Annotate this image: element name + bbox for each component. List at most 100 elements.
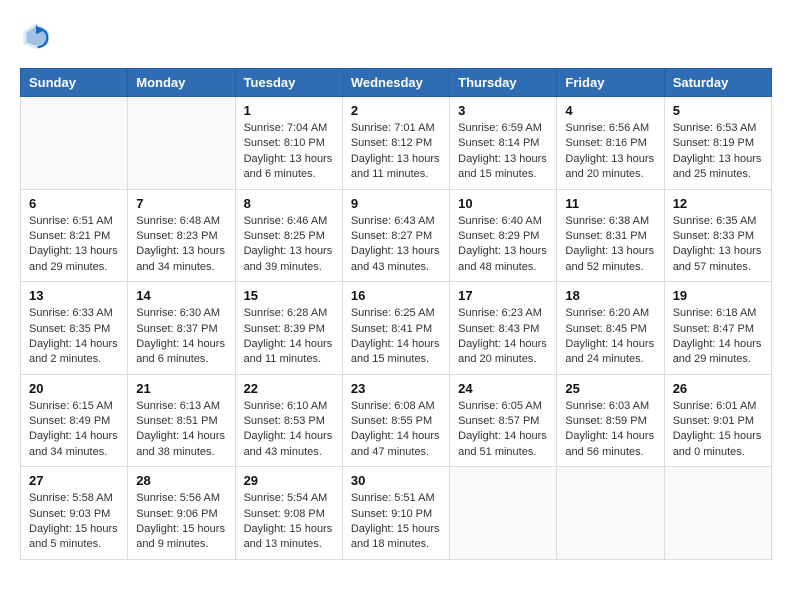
day-number: 24 — [458, 381, 548, 396]
day-number: 26 — [673, 381, 763, 396]
day-number: 1 — [244, 103, 334, 118]
calendar-week-3: 13 Sunrise: 6:33 AM Sunset: 8:35 PM Dayli… — [21, 282, 772, 375]
day-number: 6 — [29, 196, 119, 211]
day-number: 19 — [673, 288, 763, 303]
day-info: Sunrise: 6:40 AM Sunset: 8:29 PM Dayligh… — [458, 214, 548, 276]
calendar-cell: 21 Sunrise: 6:13 AM Sunset: 8:51 PM Dayli… — [128, 374, 235, 467]
day-number: 23 — [351, 381, 441, 396]
day-number: 9 — [351, 196, 441, 211]
calendar-cell: 6 Sunrise: 6:51 AM Sunset: 8:21 PM Daylig… — [21, 189, 128, 282]
day-number: 21 — [136, 381, 226, 396]
calendar-cell: 30 Sunrise: 5:51 AM Sunset: 9:10 PM Dayli… — [342, 467, 449, 560]
day-number: 18 — [565, 288, 655, 303]
calendar-cell: 3 Sunrise: 6:59 AM Sunset: 8:14 PM Daylig… — [450, 97, 557, 190]
day-info: Sunrise: 6:10 AM Sunset: 8:53 PM Dayligh… — [244, 399, 334, 461]
day-info: Sunrise: 6:15 AM Sunset: 8:49 PM Dayligh… — [29, 399, 119, 461]
page-header — [20, 20, 772, 52]
calendar-cell — [21, 97, 128, 190]
day-number: 4 — [565, 103, 655, 118]
calendar-cell: 26 Sunrise: 6:01 AM Sunset: 9:01 PM Dayli… — [664, 374, 771, 467]
logo — [20, 20, 56, 52]
calendar-cell: 24Sunrise: 6:05 AM Sunset: 8:57 PM Dayli… — [450, 374, 557, 467]
day-info: Sunrise: 6:18 AM Sunset: 8:47 PM Dayligh… — [673, 306, 763, 368]
day-number: 29 — [244, 473, 334, 488]
day-info: Sunrise: 5:56 AM Sunset: 9:06 PM Dayligh… — [136, 491, 226, 553]
day-info: Sunrise: 7:01 AM Sunset: 8:12 PM Dayligh… — [351, 121, 441, 183]
calendar-cell: 27 Sunrise: 5:58 AM Sunset: 9:03 PM Dayli… — [21, 467, 128, 560]
calendar-cell — [664, 467, 771, 560]
day-info: Sunrise: 6:28 AM Sunset: 8:39 PM Dayligh… — [244, 306, 334, 368]
calendar-cell — [450, 467, 557, 560]
weekday-header-friday: Friday — [557, 69, 664, 97]
calendar-cell: 23 Sunrise: 6:08 AM Sunset: 8:55 PM Dayli… — [342, 374, 449, 467]
day-number: 8 — [244, 196, 334, 211]
weekday-header-saturday: Saturday — [664, 69, 771, 97]
day-info: Sunrise: 6:56 AM Sunset: 8:16 PM Dayligh… — [565, 121, 655, 183]
calendar-cell — [557, 467, 664, 560]
day-info: Sunrise: 6:01 AM Sunset: 9:01 PM Dayligh… — [673, 399, 763, 461]
calendar-cell: 18 Sunrise: 6:20 AM Sunset: 8:45 PM Dayli… — [557, 282, 664, 375]
calendar-cell: 13 Sunrise: 6:33 AM Sunset: 8:35 PM Dayli… — [21, 282, 128, 375]
calendar-cell: 4 Sunrise: 6:56 AM Sunset: 8:16 PM Daylig… — [557, 97, 664, 190]
day-info: Sunrise: 6:35 AM Sunset: 8:33 PM Dayligh… — [673, 214, 763, 276]
day-number: 7 — [136, 196, 226, 211]
day-info: Sunrise: 6:48 AM Sunset: 8:23 PM Dayligh… — [136, 214, 226, 276]
calendar-cell: 29Sunrise: 5:54 AM Sunset: 9:08 PM Dayli… — [235, 467, 342, 560]
weekday-header-row: SundayMondayTuesdayWednesdayThursdayFrid… — [21, 69, 772, 97]
calendar-cell: 15 Sunrise: 6:28 AM Sunset: 8:39 PM Dayli… — [235, 282, 342, 375]
calendar-cell: 1 Sunrise: 7:04 AM Sunset: 8:10 PM Daylig… — [235, 97, 342, 190]
calendar-cell: 16Sunrise: 6:25 AM Sunset: 8:41 PM Dayli… — [342, 282, 449, 375]
day-info: Sunrise: 6:59 AM Sunset: 8:14 PM Dayligh… — [458, 121, 548, 183]
calendar-cell: 9 Sunrise: 6:43 AM Sunset: 8:27 PM Daylig… — [342, 189, 449, 282]
day-info: Sunrise: 6:51 AM Sunset: 8:21 PM Dayligh… — [29, 214, 119, 276]
weekday-header-tuesday: Tuesday — [235, 69, 342, 97]
day-number: 27 — [29, 473, 119, 488]
calendar-cell: 22 Sunrise: 6:10 AM Sunset: 8:53 PM Dayli… — [235, 374, 342, 467]
day-number: 13 — [29, 288, 119, 303]
day-info: Sunrise: 5:51 AM Sunset: 9:10 PM Dayligh… — [351, 491, 441, 553]
day-info: Sunrise: 6:23 AM Sunset: 8:43 PM Dayligh… — [458, 306, 548, 368]
calendar-cell: 12 Sunrise: 6:35 AM Sunset: 8:33 PM Dayli… — [664, 189, 771, 282]
day-number: 25 — [565, 381, 655, 396]
day-info: Sunrise: 6:43 AM Sunset: 8:27 PM Dayligh… — [351, 214, 441, 276]
day-info: Sunrise: 6:46 AM Sunset: 8:25 PM Dayligh… — [244, 214, 334, 276]
day-number: 10 — [458, 196, 548, 211]
logo-icon — [20, 20, 52, 52]
calendar-cell: 28 Sunrise: 5:56 AM Sunset: 9:06 PM Dayli… — [128, 467, 235, 560]
day-info: Sunrise: 6:30 AM Sunset: 8:37 PM Dayligh… — [136, 306, 226, 368]
day-info: Sunrise: 6:25 AM Sunset: 8:41 PM Dayligh… — [351, 306, 441, 368]
day-number: 12 — [673, 196, 763, 211]
calendar-cell: 20 Sunrise: 6:15 AM Sunset: 8:49 PM Dayli… — [21, 374, 128, 467]
calendar-week-2: 6 Sunrise: 6:51 AM Sunset: 8:21 PM Daylig… — [21, 189, 772, 282]
weekday-header-wednesday: Wednesday — [342, 69, 449, 97]
calendar-week-4: 20 Sunrise: 6:15 AM Sunset: 8:49 PM Dayli… — [21, 374, 772, 467]
day-number: 17 — [458, 288, 548, 303]
day-info: Sunrise: 6:08 AM Sunset: 8:55 PM Dayligh… — [351, 399, 441, 461]
day-number: 5 — [673, 103, 763, 118]
day-number: 2 — [351, 103, 441, 118]
day-info: Sunrise: 6:13 AM Sunset: 8:51 PM Dayligh… — [136, 399, 226, 461]
day-number: 20 — [29, 381, 119, 396]
calendar-cell: 14 Sunrise: 6:30 AM Sunset: 8:37 PM Dayli… — [128, 282, 235, 375]
day-number: 30 — [351, 473, 441, 488]
calendar-cell: 8 Sunrise: 6:46 AM Sunset: 8:25 PM Daylig… — [235, 189, 342, 282]
day-number: 14 — [136, 288, 226, 303]
day-info: Sunrise: 5:58 AM Sunset: 9:03 PM Dayligh… — [29, 491, 119, 553]
day-info: Sunrise: 6:03 AM Sunset: 8:59 PM Dayligh… — [565, 399, 655, 461]
day-info: Sunrise: 6:20 AM Sunset: 8:45 PM Dayligh… — [565, 306, 655, 368]
calendar-cell: 19 Sunrise: 6:18 AM Sunset: 8:47 PM Dayli… — [664, 282, 771, 375]
calendar-cell: 7 Sunrise: 6:48 AM Sunset: 8:23 PM Daylig… — [128, 189, 235, 282]
day-number: 15 — [244, 288, 334, 303]
weekday-header-monday: Monday — [128, 69, 235, 97]
day-number: 3 — [458, 103, 548, 118]
day-number: 28 — [136, 473, 226, 488]
calendar-week-5: 27 Sunrise: 5:58 AM Sunset: 9:03 PM Dayli… — [21, 467, 772, 560]
calendar-cell: 10 Sunrise: 6:40 AM Sunset: 8:29 PM Dayli… — [450, 189, 557, 282]
day-info: Sunrise: 6:33 AM Sunset: 8:35 PM Dayligh… — [29, 306, 119, 368]
calendar-cell: 25 Sunrise: 6:03 AM Sunset: 8:59 PM Dayli… — [557, 374, 664, 467]
day-number: 22 — [244, 381, 334, 396]
calendar-cell: 2 Sunrise: 7:01 AM Sunset: 8:12 PM Daylig… — [342, 97, 449, 190]
calendar-week-1: 1 Sunrise: 7:04 AM Sunset: 8:10 PM Daylig… — [21, 97, 772, 190]
day-info: Sunrise: 7:04 AM Sunset: 8:10 PM Dayligh… — [244, 121, 334, 183]
day-number: 11 — [565, 196, 655, 211]
